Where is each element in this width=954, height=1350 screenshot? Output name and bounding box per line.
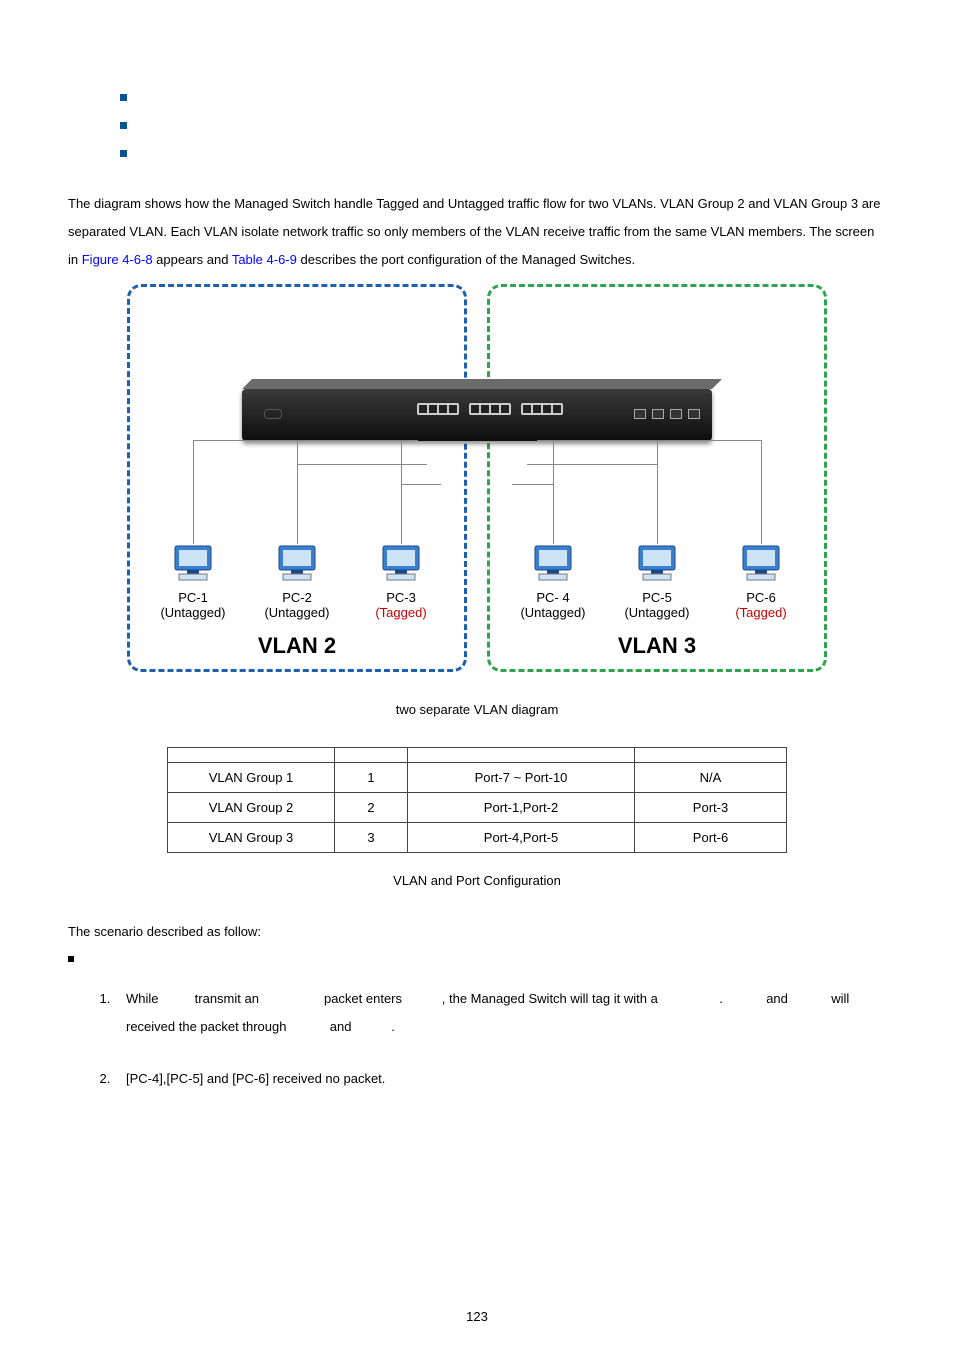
figure-caption: two separate VLAN diagram bbox=[68, 702, 886, 717]
pc-1: PC-1 (Untagged) bbox=[141, 544, 245, 620]
wire-icon bbox=[297, 441, 298, 544]
wire-icon bbox=[512, 484, 553, 485]
wire-icon bbox=[537, 440, 762, 441]
goal-bullet-2 bbox=[68, 118, 886, 134]
pc-icon bbox=[171, 544, 215, 584]
vlan3-title: VLAN 3 bbox=[490, 633, 824, 659]
wire-icon bbox=[193, 440, 418, 441]
square-bullet-icon bbox=[120, 150, 127, 157]
wire-icon bbox=[297, 464, 427, 465]
vlan-config-table: VLAN Group 1 1 Port-7 ~ Port-10 N/A VLAN… bbox=[167, 747, 787, 853]
wire-icon bbox=[657, 441, 658, 544]
intro-paragraph: The diagram shows how the Managed Switch… bbox=[68, 190, 886, 274]
goal-bullet-1 bbox=[68, 90, 886, 106]
table-row: VLAN Group 2 2 Port-1,Port-2 Port-3 bbox=[168, 793, 787, 823]
wire-icon bbox=[193, 441, 194, 544]
pc-icon bbox=[635, 544, 679, 584]
vlan2-pcs: PC-1 (Untagged) PC-2 (Untagged) PC-3 (Ta… bbox=[141, 544, 453, 620]
vlan2-title: VLAN 2 bbox=[130, 633, 464, 659]
pc-icon bbox=[275, 544, 319, 584]
square-bullet-icon bbox=[68, 956, 74, 962]
managed-switch-icon bbox=[242, 389, 712, 441]
goal-bullet-3 bbox=[68, 146, 886, 162]
goal-bullets bbox=[68, 90, 886, 162]
step-1: While transmit an packet enters , the Ma… bbox=[114, 985, 886, 1041]
vlan-diagram: VLAN 2 VLAN 3 PC bbox=[127, 284, 827, 684]
square-bullet-icon bbox=[120, 94, 127, 101]
pc-6: PC-6 (Tagged) bbox=[709, 544, 813, 620]
scenario-bullets bbox=[68, 953, 886, 967]
scenario-intro: The scenario described as follow: bbox=[68, 924, 886, 939]
table-link: Table 4-6-9 bbox=[232, 252, 297, 267]
scenario-bullet bbox=[68, 953, 886, 967]
table-caption: VLAN and Port Configuration bbox=[68, 873, 886, 888]
wire-icon bbox=[527, 464, 657, 465]
pc-icon bbox=[739, 544, 783, 584]
table-header-row bbox=[168, 748, 787, 763]
vlan3-pcs: PC- 4 (Untagged) PC-5 (Untagged) PC-6 (T… bbox=[501, 544, 813, 620]
scenario-steps: While transmit an packet enters , the Ma… bbox=[114, 985, 886, 1093]
pc-4: PC- 4 (Untagged) bbox=[501, 544, 605, 620]
step-2: [PC-4],[PC-5] and [PC-6] received no pac… bbox=[114, 1065, 886, 1093]
wire-icon bbox=[401, 484, 441, 485]
page-number: 123 bbox=[0, 1309, 954, 1324]
wire-icon bbox=[401, 441, 402, 544]
table-row: VLAN Group 1 1 Port-7 ~ Port-10 N/A bbox=[168, 763, 787, 793]
wire-icon bbox=[553, 441, 554, 544]
pc-2: PC-2 (Untagged) bbox=[245, 544, 349, 620]
pc-5: PC-5 (Untagged) bbox=[605, 544, 709, 620]
table-row: VLAN Group 3 3 Port-4,Port-5 Port-6 bbox=[168, 823, 787, 853]
figure-link: Figure 4-6-8 bbox=[82, 252, 153, 267]
pc-icon bbox=[531, 544, 575, 584]
pc-3: PC-3 (Tagged) bbox=[349, 544, 453, 620]
wire-icon bbox=[761, 441, 762, 544]
pc-icon bbox=[379, 544, 423, 584]
square-bullet-icon bbox=[120, 122, 127, 129]
